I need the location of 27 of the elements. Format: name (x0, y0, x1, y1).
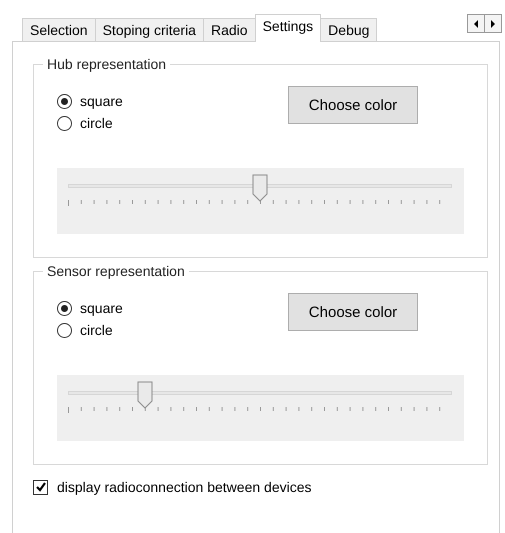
radio-button[interactable] (57, 322, 72, 338)
slider-thumb[interactable] (252, 174, 268, 202)
slider-track[interactable] (57, 375, 464, 441)
left-arrow-icon (473, 20, 479, 28)
radio-label: circle (80, 115, 113, 131)
tab[interactable]: Radio (202, 18, 256, 41)
radio-button[interactable] (57, 300, 72, 316)
slider-track[interactable] (57, 168, 464, 234)
checkbox-label: display radioconnection between devices (57, 479, 312, 495)
tab[interactable]: Debug (320, 18, 378, 41)
radio-label: square (80, 93, 123, 109)
choose-color-button[interactable]: Choose color (288, 293, 418, 331)
checkbox[interactable] (33, 480, 48, 494)
group-title: Sensor representation (46, 263, 186, 279)
slider-thumb[interactable] (137, 381, 154, 409)
group-title: Hub representation (46, 56, 168, 72)
radio-label: square (80, 300, 123, 316)
radio-button[interactable] (57, 116, 72, 130)
tab[interactable]: Stoping criteria (94, 18, 204, 41)
scroll-left-button[interactable] (467, 14, 485, 33)
right-arrow-icon (490, 20, 496, 28)
radio-label: circle (80, 322, 113, 338)
tab[interactable]: Settings (254, 14, 322, 42)
scroll-right-button[interactable] (484, 14, 502, 33)
choose-color-button[interactable]: Choose color (288, 86, 418, 124)
radio-button[interactable] (57, 94, 72, 108)
tab[interactable]: Selection (22, 18, 96, 41)
